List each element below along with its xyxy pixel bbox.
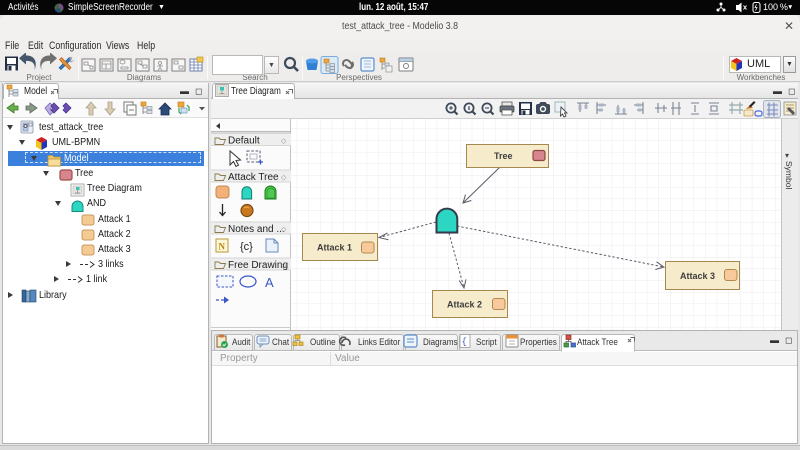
svg-text:Attack 1: Attack 1 xyxy=(317,243,352,253)
svg-text:N: N xyxy=(219,242,226,252)
svg-text:{c}: {c} xyxy=(240,241,253,253)
svg-text:{: { xyxy=(462,337,467,347)
svg-text:Tree: Tree xyxy=(494,151,513,161)
svg-text:◇: ◇ xyxy=(281,175,287,182)
svg-text:◇: ◇ xyxy=(281,263,287,270)
svg-text:Default: Default xyxy=(228,136,260,147)
svg-text:Attack 2: Attack 2 xyxy=(447,300,482,310)
svg-text:Notes and ...: Notes and ... xyxy=(228,224,285,235)
svg-text:Attack Tree: Attack Tree xyxy=(228,172,279,183)
svg-text:◇: ◇ xyxy=(281,138,287,145)
svg-text:A: A xyxy=(265,275,274,290)
svg-text:Attack 3: Attack 3 xyxy=(680,271,715,281)
svg-text:Free Drawing: Free Drawing xyxy=(228,260,288,271)
svg-text:◇: ◇ xyxy=(281,227,287,234)
